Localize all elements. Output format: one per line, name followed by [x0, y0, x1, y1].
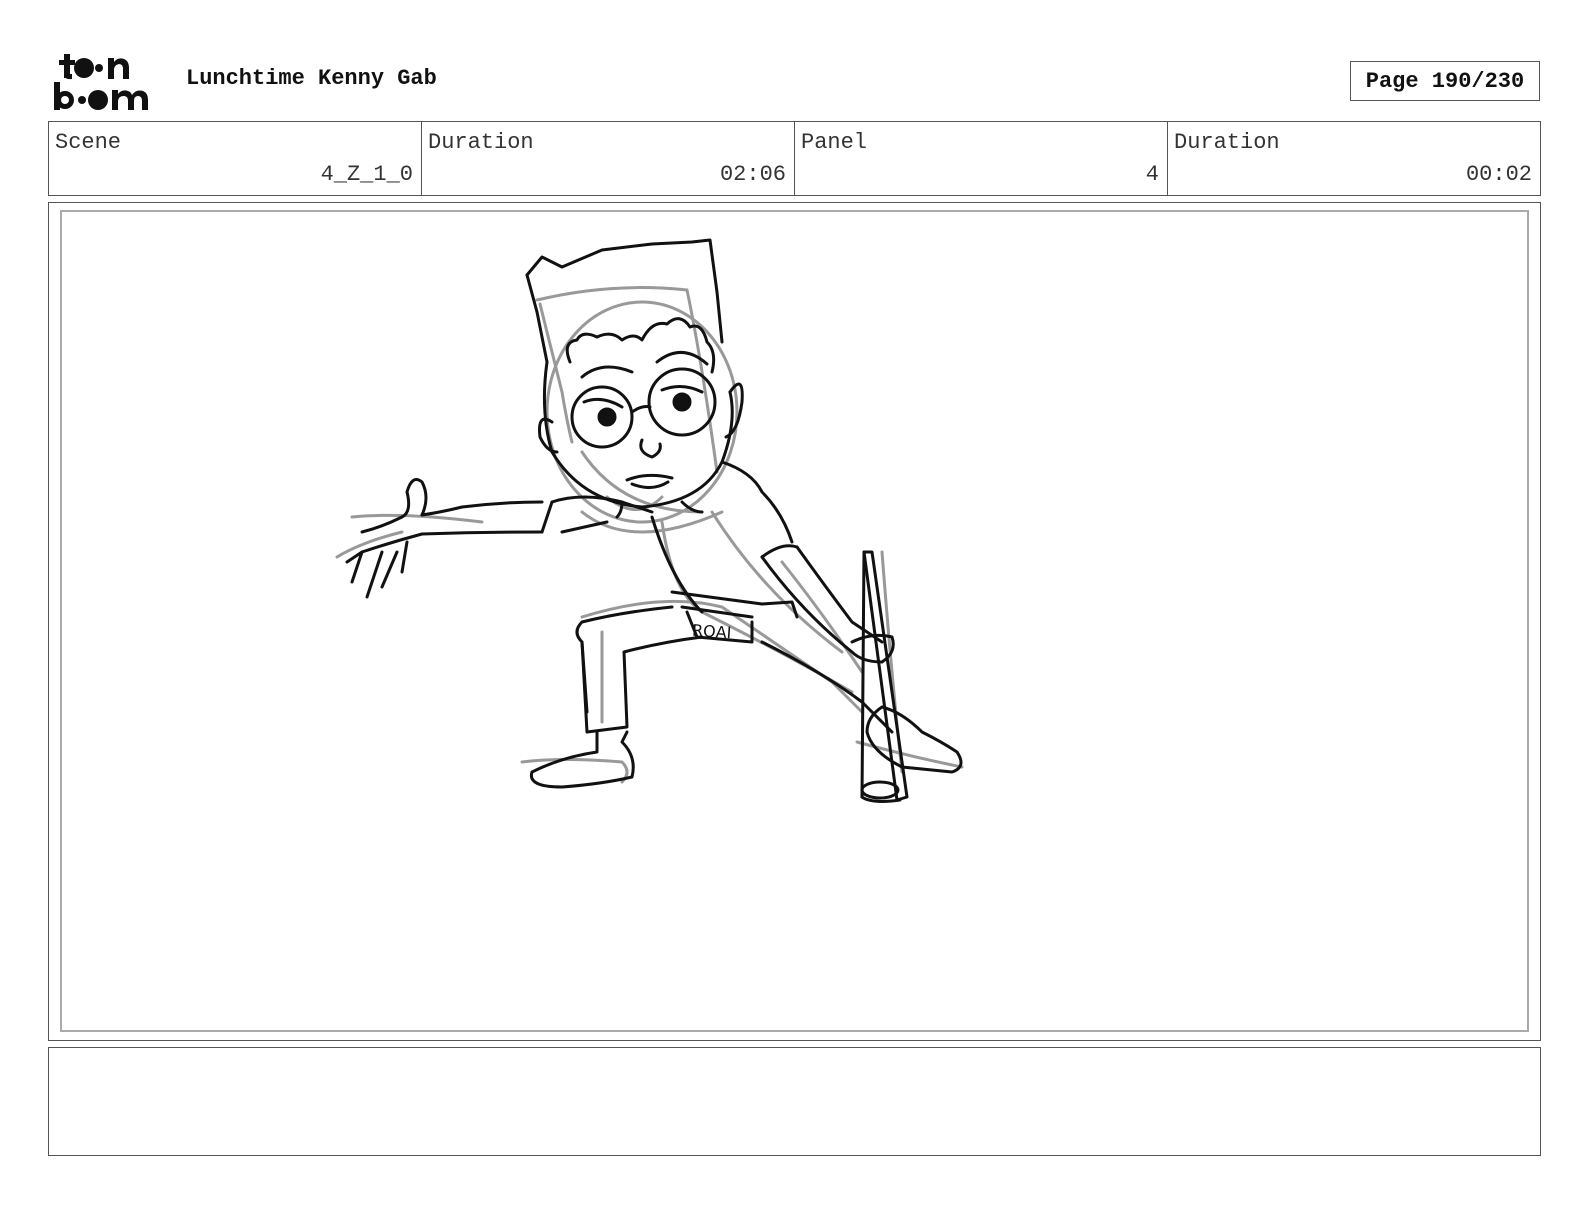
shorts-lettering: RQAI [691, 621, 732, 643]
panel-value: 4 [1145, 162, 1159, 187]
panel-duration-value: 00:02 [1465, 162, 1532, 187]
notes-box [48, 1047, 1541, 1156]
panel-cell: Panel 4 [795, 122, 1168, 195]
panel-duration-label: Duration [1174, 130, 1280, 155]
scene-value: 4_Z_1_0 [320, 162, 413, 187]
scene-duration-label: Duration [428, 130, 534, 155]
scene-cell: Scene 4_Z_1_0 [49, 122, 422, 195]
project-title: Lunchtime Kenny Gab [186, 66, 437, 91]
panel-label: Panel [801, 130, 868, 155]
scene-duration-value: 02:06 [719, 162, 786, 187]
scene-duration-cell: Duration 02:06 [422, 122, 795, 195]
page-number: Page 190/230 [1350, 61, 1540, 101]
storyboard-panel: RQAI [48, 202, 1541, 1041]
scene-label: Scene [55, 130, 122, 155]
info-row: Scene 4_Z_1_0 Duration 02:06 Panel 4 Dur… [48, 121, 1541, 196]
panel-image-area: RQAI [60, 210, 1529, 1032]
panel-duration-cell: Duration 00:02 [1168, 122, 1540, 195]
toon-boom-logo [50, 50, 165, 112]
character-sketch: RQAI [335, 238, 964, 803]
